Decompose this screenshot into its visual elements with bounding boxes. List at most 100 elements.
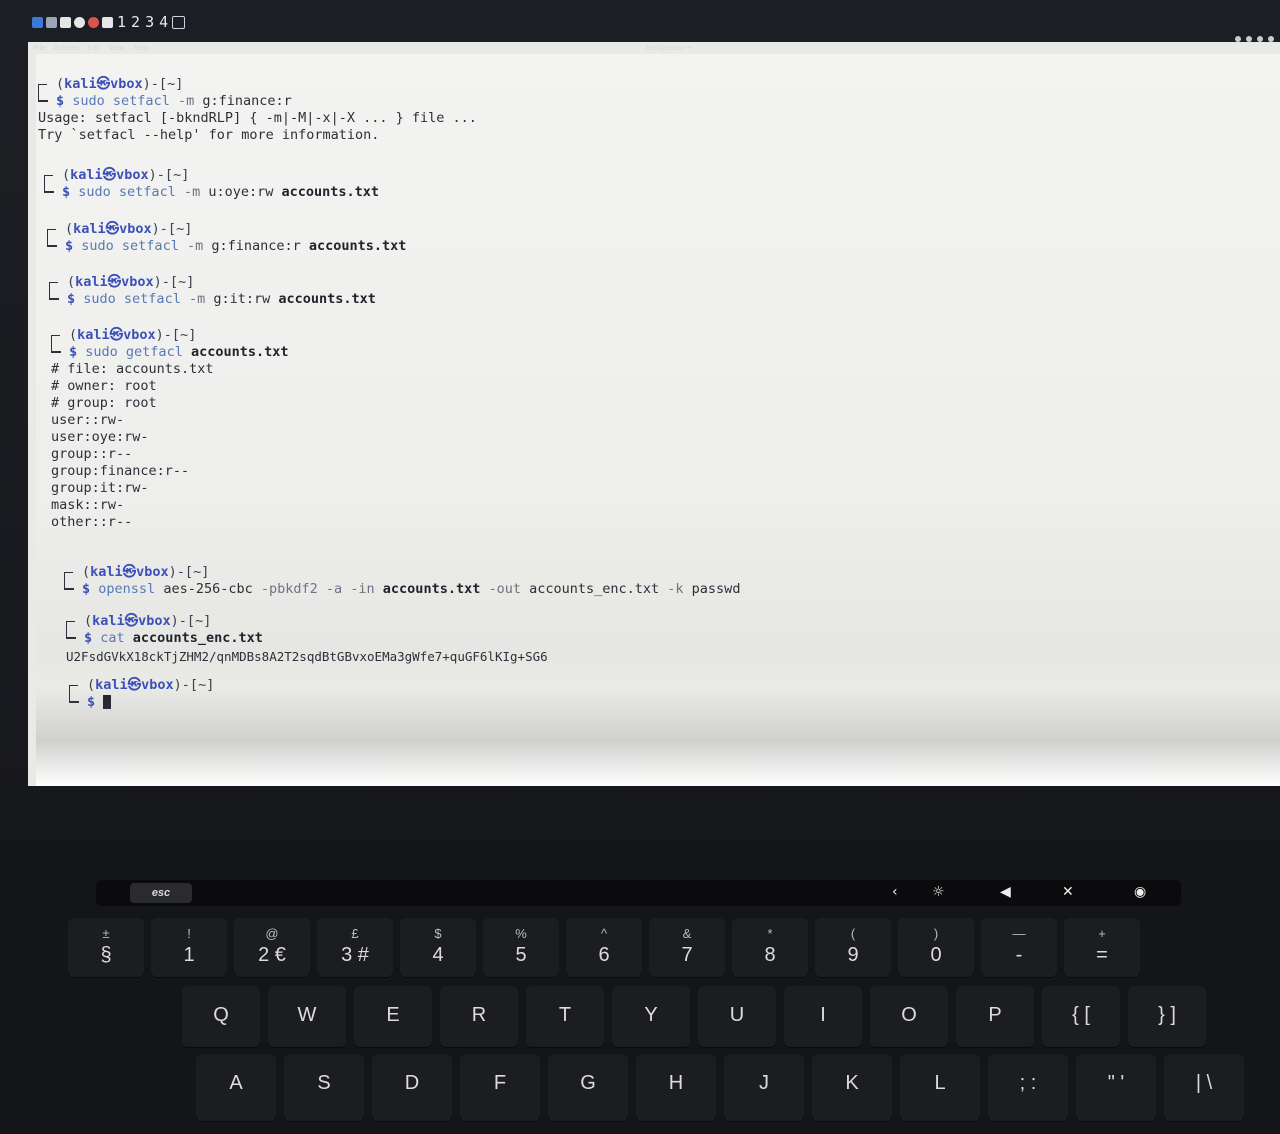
key-3[interactable]: F — [460, 1054, 540, 1122]
key-0[interactable]: ± § — [68, 918, 144, 978]
menu-view[interactable]: View — [109, 44, 126, 52]
clock-icon[interactable] — [1268, 36, 1274, 42]
mute-icon[interactable]: ✕ — [1062, 884, 1074, 900]
key-3[interactable]: £3 # — [317, 918, 393, 978]
key-2[interactable]: @2 € — [234, 918, 310, 978]
command-line[interactable]: $ — [69, 694, 214, 711]
key-u[interactable]: U — [698, 986, 776, 1048]
chevron-left-icon[interactable]: ‹ — [892, 884, 898, 900]
menu-help[interactable]: Help — [133, 44, 149, 52]
command-line: $ sudo setfacl -m u:oye:rw accounts.txt — [62, 184, 380, 200]
key-5[interactable]: % 5 — [483, 918, 559, 978]
output-line: other::r-- — [51, 514, 133, 530]
workspace-2[interactable]: 2 — [131, 13, 140, 31]
key-label: A — [229, 1072, 243, 1094]
key-y[interactable]: Y — [612, 986, 690, 1048]
kali-menu-icon[interactable] — [32, 16, 43, 28]
key-label: E — [386, 1004, 400, 1026]
key-12[interactable]: + = — [1064, 918, 1140, 978]
prompt-line: (kali㉿vbox)-[~] — [87, 677, 215, 693]
menu-actions[interactable]: Actions — [54, 44, 80, 52]
key-label: G — [580, 1072, 596, 1094]
workspace-3[interactable]: 3 — [145, 13, 154, 31]
key-6[interactable]: ^ 6 — [566, 918, 642, 978]
window-title: kali@vbox: ~ — [646, 44, 693, 52]
volume-down-icon[interactable]: ◀ — [1000, 884, 1011, 900]
key-i[interactable]: I — [784, 986, 862, 1048]
settings-icon[interactable] — [102, 16, 113, 28]
battery-icon[interactable] — [1257, 36, 1263, 42]
key-[interactable]: } ] — [1128, 986, 1206, 1048]
workspace-4[interactable]: 4 — [159, 13, 168, 31]
key-label: 2 € — [258, 944, 286, 966]
help-line: Try `setfacl --help' for more informatio… — [38, 127, 380, 143]
network-icon[interactable] — [1235, 36, 1241, 42]
terminal-output[interactable]: (kali㉿vbox)-[~] $ sudo setfacl -m g:fina… — [36, 54, 1280, 786]
key-label: Q — [213, 1004, 229, 1026]
key-shift-label: * — [767, 926, 773, 941]
prompt-block: (kali㉿vbox)-[~] $ sudo setfacl -m g:fina… — [38, 76, 292, 110]
key-10[interactable]: " ' — [1076, 1054, 1156, 1122]
window-list-icon[interactable] — [172, 15, 186, 29]
key-label: 3 # — [341, 944, 369, 966]
text-editor-icon[interactable] — [74, 16, 85, 28]
key-1[interactable]: S — [284, 1054, 364, 1122]
key-2[interactable]: D — [372, 1054, 452, 1122]
menu-file[interactable]: File — [34, 44, 46, 52]
key-e[interactable]: E — [354, 986, 432, 1048]
key-6[interactable]: J — [724, 1054, 804, 1122]
brightness-icon[interactable]: ☼ — [932, 884, 945, 900]
xfce-top-panel: 1 2 3 4 File Actions Edit View Help kali… — [28, 8, 1280, 52]
key-q[interactable]: Q — [182, 986, 260, 1048]
key-9[interactable]: ; : — [988, 1054, 1068, 1122]
key-4[interactable]: $4 — [400, 918, 476, 978]
output-line: user::rw- — [51, 412, 125, 428]
volume-icon[interactable] — [1246, 36, 1252, 42]
key-11[interactable]: | \ — [1164, 1054, 1244, 1122]
key-shift-label: % — [515, 926, 527, 941]
key-11[interactable]: — - — [981, 918, 1057, 978]
key-[interactable]: { [ — [1042, 986, 1120, 1048]
key-r[interactable]: R — [440, 986, 518, 1048]
key-1[interactable]: ! 1 — [151, 918, 227, 978]
key-shift-label: £ — [351, 926, 359, 941]
key-0[interactable]: A — [196, 1054, 276, 1122]
output-line: # file: accounts.txt — [51, 361, 214, 377]
prompt-block: (kali㉿vbox)-[~] $ sudo setfacl -m g:it:r… — [49, 274, 376, 308]
key-shift-label: @ — [265, 926, 279, 941]
key-8[interactable]: L — [900, 1054, 980, 1122]
key-label: P — [988, 1004, 1002, 1026]
panel-tray — [1235, 36, 1274, 42]
key-label: ; : — [1019, 1072, 1037, 1094]
prompt-block: (kali㉿vbox)-[~] $ sudo setfacl -m u:oye:… — [44, 167, 379, 201]
key-shift-label: ! — [187, 926, 191, 941]
firefox-icon[interactable] — [88, 16, 99, 28]
key-t[interactable]: T — [526, 986, 604, 1048]
command-line: $ openssl aes-256-cbc -pbkdf2 -a -in acc… — [82, 581, 741, 597]
command-line: $ sudo setfacl -m g:finance:r — [56, 93, 292, 109]
esc-key[interactable]: esc — [130, 883, 192, 903]
key-o[interactable]: O — [870, 986, 948, 1048]
terminal-menubar: File Actions Edit View Help — [34, 44, 149, 52]
panel-launchers: 1 2 3 4 — [32, 13, 186, 31]
key-5[interactable]: H — [636, 1054, 716, 1122]
siri-icon[interactable]: ◉ — [1134, 884, 1146, 900]
key-4[interactable]: G — [548, 1054, 628, 1122]
key-label: | \ — [1195, 1072, 1213, 1094]
key-p[interactable]: P — [956, 986, 1034, 1048]
key-label: = — [1096, 944, 1108, 966]
key-9[interactable]: (9 — [815, 918, 891, 978]
key-10[interactable]: ) 0 — [898, 918, 974, 978]
key-7[interactable]: & 7 — [649, 918, 725, 978]
output-line: mask::rw- — [51, 497, 125, 513]
key-8[interactable]: * 8 — [732, 918, 808, 978]
key-label: J — [759, 1072, 769, 1094]
terminal-icon[interactable] — [60, 16, 71, 28]
command-line: $ sudo getfacl accounts.txt — [69, 344, 289, 360]
file-manager-icon[interactable] — [46, 16, 57, 28]
key-7[interactable]: K — [812, 1054, 892, 1122]
key-w[interactable]: W — [268, 986, 346, 1048]
key-label: 0 — [930, 944, 942, 966]
menu-edit[interactable]: Edit — [87, 44, 101, 52]
workspace-1[interactable]: 1 — [117, 13, 126, 31]
